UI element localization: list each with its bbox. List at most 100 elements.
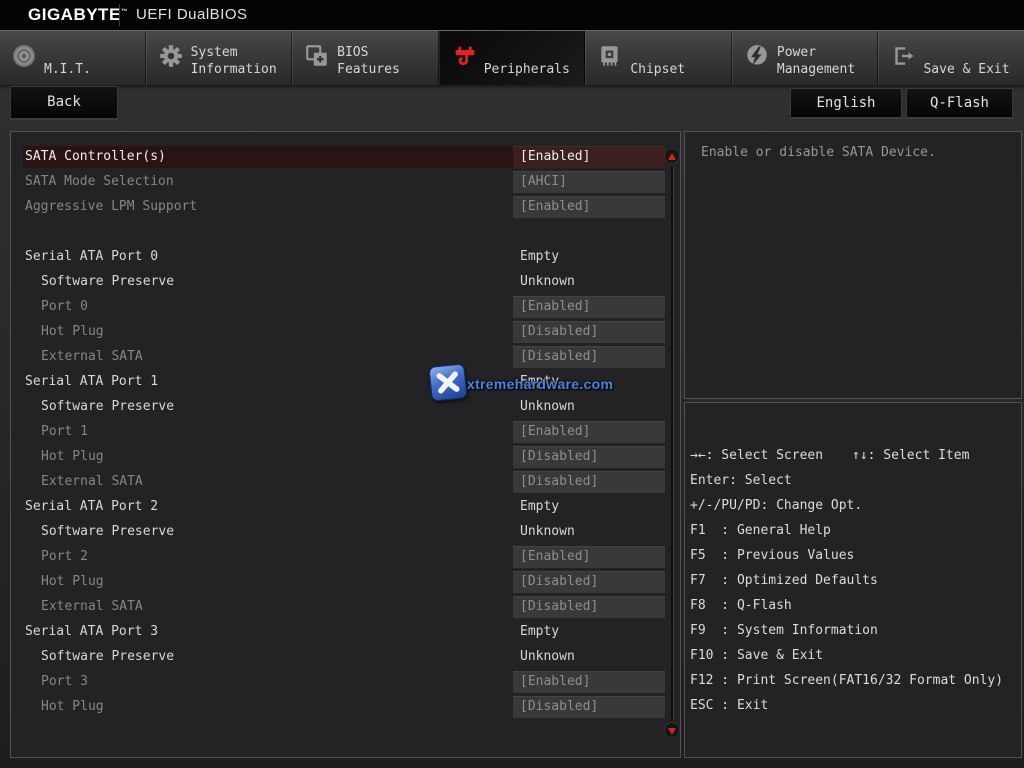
scroll-up-button[interactable] <box>664 148 680 164</box>
settings-row[interactable]: External SATA[Disabled] <box>11 346 680 371</box>
setting-value[interactable]: [Disabled] <box>513 596 665 618</box>
setting-label: Hot Plug <box>41 446 104 468</box>
scroll-up-icon <box>668 153 676 160</box>
key-legend-entry: F10 : Save & Exit <box>690 645 823 667</box>
language-button[interactable]: English <box>790 88 902 118</box>
key-legend-line: F8 : Q-Flash <box>690 595 1018 620</box>
setting-value[interactable]: [Enabled] <box>513 296 665 318</box>
setting-value: Unknown <box>520 646 575 668</box>
tab-mit[interactable]: M.I.T. <box>0 31 146 85</box>
settings-row[interactable]: Serial ATA Port 2 Empty <box>11 496 680 521</box>
key-legend-entry: Enter: Select <box>690 470 792 492</box>
item-help-text: Enable or disable SATA Device. <box>701 145 936 160</box>
setting-value[interactable]: [Enabled] <box>513 421 665 443</box>
settings-row[interactable]: Software PreserveUnknown <box>11 396 680 421</box>
setting-value: Unknown <box>520 271 575 293</box>
setting-value: Empty <box>520 496 559 518</box>
setting-value: Unknown <box>520 521 575 543</box>
setting-label: External SATA <box>41 471 143 493</box>
setting-label: Port 3 <box>41 671 88 693</box>
key-legend-line: F7 : Optimized Defaults <box>690 570 1018 595</box>
settings-row[interactable]: SATA Controller(s) [Enabled] <box>11 146 680 171</box>
settings-row[interactable]: External SATA[Disabled] <box>11 596 680 621</box>
tab-label: PowerManagement <box>777 44 855 78</box>
tab-power-management[interactable]: PowerManagement <box>732 31 879 85</box>
key-legend-entry: ↑↓: Select Item <box>852 445 969 467</box>
tab-peripherals[interactable]: Peripherals <box>439 31 586 85</box>
key-legend-list: →←: Select Screen↑↓: Select ItemEnter: S… <box>690 445 1018 720</box>
setting-value[interactable]: [Enabled] <box>513 546 665 568</box>
settings-row[interactable]: Hot Plug [Disabled] <box>11 321 680 346</box>
setting-label: Serial ATA Port 0 <box>25 246 158 268</box>
setting-value[interactable]: [Enabled] <box>513 671 665 693</box>
tab-chipset[interactable]: Chipset <box>585 31 732 85</box>
setting-label: Port 0 <box>41 296 88 318</box>
tab-save-exit[interactable]: Save & Exit <box>878 31 1024 85</box>
setting-value: Empty <box>520 371 559 393</box>
back-button[interactable]: Back <box>10 86 118 119</box>
settings-row[interactable]: Serial ATA Port 1 Empty <box>11 371 680 396</box>
tab-bios-features[interactable]: BIOSFeatures <box>292 31 439 85</box>
settings-row[interactable]: Serial ATA Port 3Empty <box>11 621 680 646</box>
setting-label: Aggressive LPM Support <box>25 196 197 218</box>
bios-screen: GIGABYTE™ UEFI DualBIOS M.I.T. SystemInf… <box>0 0 1024 768</box>
tab-system-information[interactable]: SystemInformation <box>146 31 293 85</box>
settings-row[interactable]: External SATA [Disabled] <box>11 471 680 496</box>
key-legend-line: ESC : Exit <box>690 695 1018 720</box>
key-legend-panel: →←: Select Screen↑↓: Select ItemEnter: S… <box>684 402 1022 758</box>
setting-label: Port 1 <box>41 421 88 443</box>
key-legend-line: F5 : Previous Values <box>690 545 1018 570</box>
gigabyte-logo: GIGABYTE™ <box>28 5 128 25</box>
setting-value[interactable]: [Enabled] <box>513 196 665 218</box>
setting-label: SATA Controller(s) <box>25 146 166 168</box>
key-legend-entry: F12 : Print Screen(FAT16/32 Format Only) <box>690 670 1003 692</box>
settings-panel: SATA Controller(s)[Enabled]SATA Mode Sel… <box>10 131 681 758</box>
settings-row[interactable]: Serial ATA Port 0 Empty <box>11 246 680 271</box>
setting-value[interactable]: [Disabled] <box>513 696 665 718</box>
setting-label: Hot Plug <box>41 696 104 718</box>
settings-row[interactable]: Hot Plug[Disabled] <box>11 571 680 596</box>
key-legend-entry: +/-/PU/PD: Change Opt. <box>690 495 862 517</box>
system-information-icon <box>158 43 186 71</box>
settings-row[interactable]: Port 1 [Enabled] <box>11 421 680 446</box>
setting-value[interactable]: [Disabled] <box>513 571 665 593</box>
qflash-button[interactable]: Q-Flash <box>906 88 1013 118</box>
settings-row[interactable]: Software Preserve Unknown <box>11 646 680 671</box>
setting-value[interactable]: [Disabled] <box>513 471 665 493</box>
setting-label: Port 2 <box>41 546 88 568</box>
setting-label: Hot Plug <box>41 321 104 343</box>
settings-row[interactable]: Port 3 [Enabled] <box>11 671 680 696</box>
main-tab-bar: M.I.T. SystemInformation BIOSFeatures Pe… <box>0 30 1024 85</box>
tab-label: BIOSFeatures <box>337 44 400 78</box>
setting-label: Software Preserve <box>41 646 174 668</box>
save-exit-icon <box>890 43 918 71</box>
settings-row[interactable]: SATA Mode Selection [AHCI] <box>11 171 680 196</box>
tab-label: SystemInformation <box>191 44 277 78</box>
top-brand-bar: GIGABYTE™ UEFI DualBIOS <box>0 0 1024 30</box>
settings-row[interactable]: Software PreserveUnknown <box>11 271 680 296</box>
settings-row[interactable]: Hot Plug [Disabled] <box>11 696 680 721</box>
key-legend-line: F10 : Save & Exit <box>690 645 1018 670</box>
settings-row[interactable]: Port 0 [Enabled] <box>11 296 680 321</box>
key-legend-line: F9 : System Information <box>690 620 1018 645</box>
setting-value[interactable]: [Disabled] <box>513 346 665 368</box>
scroll-down-button[interactable] <box>664 722 680 738</box>
peripherals-plug-icon <box>451 43 479 71</box>
settings-row[interactable]: Software PreserveUnknown <box>11 521 680 546</box>
setting-value[interactable]: [Enabled] <box>513 146 665 168</box>
setting-label: Serial ATA Port 1 <box>25 371 158 393</box>
setting-label: SATA Mode Selection <box>25 171 174 193</box>
key-legend-line: +/-/PU/PD: Change Opt. <box>690 495 1018 520</box>
setting-value: Empty <box>520 246 559 268</box>
key-legend-entry: F8 : Q-Flash <box>690 595 792 617</box>
setting-value[interactable]: [AHCI] <box>513 171 665 193</box>
settings-row[interactable]: Port 2 [Enabled] <box>11 546 680 571</box>
setting-value[interactable]: [Disabled] <box>513 446 665 468</box>
key-legend-line: F1 : General Help <box>690 520 1018 545</box>
item-help-panel: Enable or disable SATA Device. <box>684 131 1022 399</box>
scrollbar-track[interactable] <box>671 166 674 721</box>
setting-value[interactable]: [Disabled] <box>513 321 665 343</box>
settings-row[interactable]: Hot Plug [Disabled] <box>11 446 680 471</box>
settings-row[interactable]: Aggressive LPM Support [Enabled] <box>11 196 680 221</box>
setting-label: Serial ATA Port 2 <box>25 496 158 518</box>
